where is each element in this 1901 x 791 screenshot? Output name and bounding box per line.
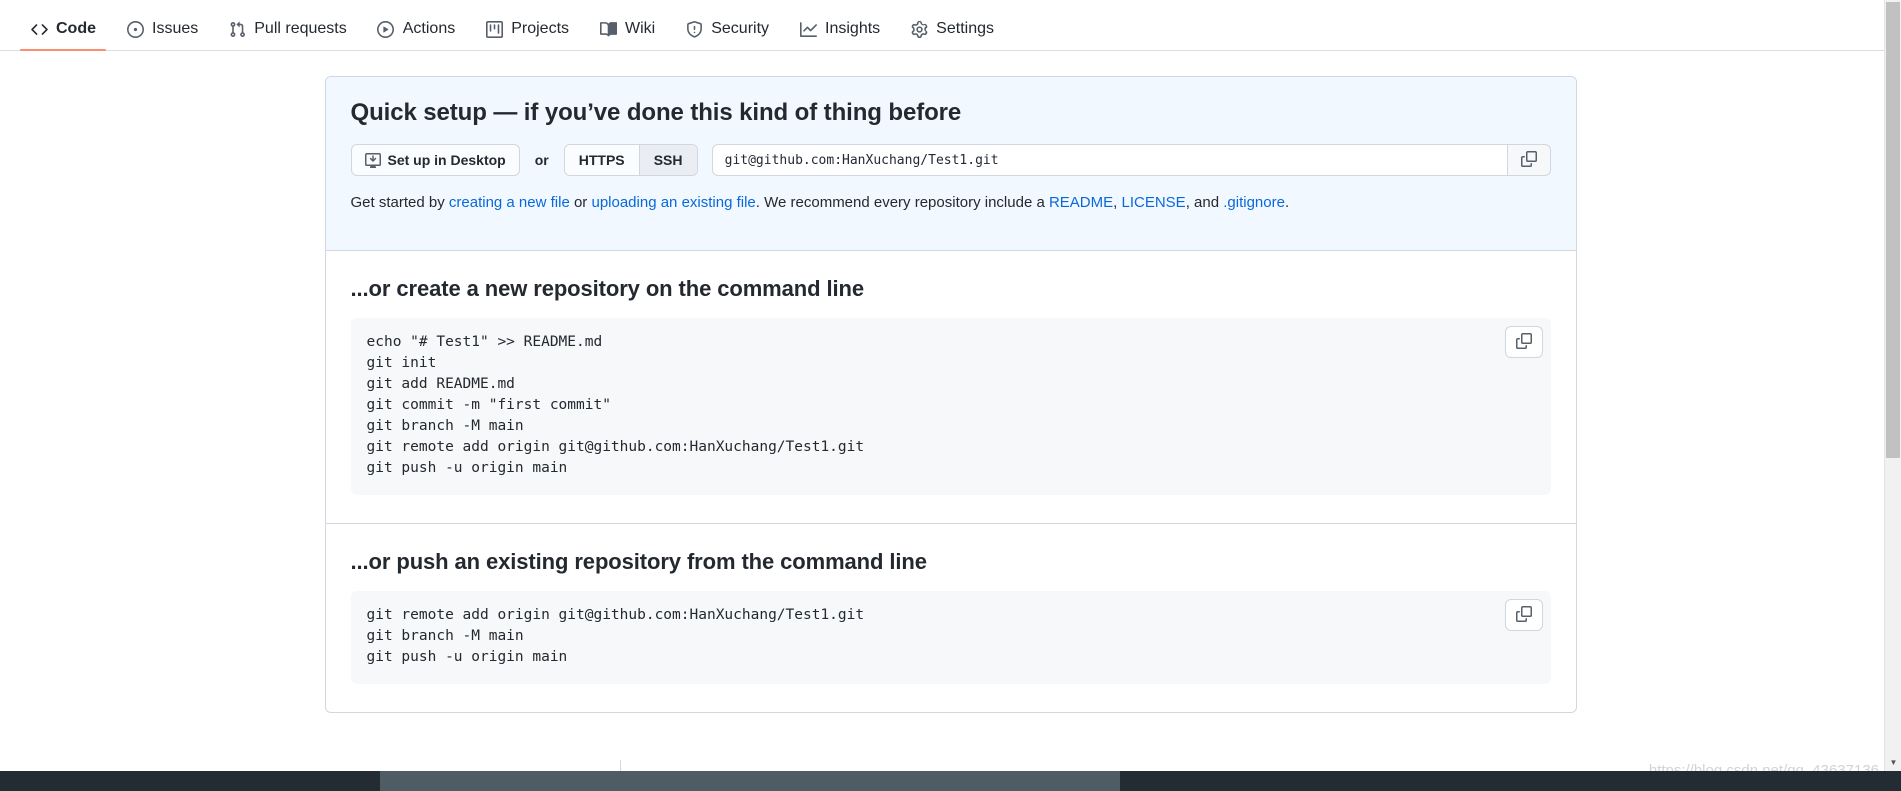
clone-url-input[interactable]	[711, 144, 1507, 176]
git-pull-request-icon	[228, 20, 246, 38]
protocol-https-button[interactable]: HTTPS	[564, 145, 639, 175]
horizontal-scrollbar[interactable]	[0, 771, 1901, 791]
nav-tab-security-label: Security	[711, 20, 770, 37]
nav-tab-issues[interactable]: Issues	[116, 20, 208, 50]
nav-tab-insights[interactable]: Insights	[789, 20, 890, 50]
setup-panel: Quick setup — if you’ve done this kind o…	[324, 76, 1577, 713]
create-repo-code-block: echo "# Test1" >> README.md git init git…	[350, 318, 1551, 495]
nav-tab-pull-requests-label: Pull requests	[254, 20, 347, 37]
link-uploading-an-existing-file[interactable]: uploading an existing file	[591, 194, 755, 211]
nav-tab-pull-requests[interactable]: Pull requests	[218, 20, 357, 50]
quick-setup-help-text: Get started by creating a new file or up…	[351, 192, 1551, 213]
or-label: or	[534, 152, 549, 168]
nav-tab-insights-label: Insights	[825, 20, 881, 37]
nav-tab-settings-label: Settings	[936, 20, 994, 37]
repo-nav: Code Issues Pull requests Actions Projec	[0, 0, 1901, 51]
link-creating-a-new-file[interactable]: creating a new file	[449, 194, 570, 211]
nav-tab-wiki-label: Wiki	[625, 20, 656, 37]
horizontal-scrollbar-thumb[interactable]	[380, 771, 1120, 791]
vertical-scrollbar[interactable]: ▼	[1884, 0, 1901, 771]
push-repo-title: ...or push an existing repository from t…	[350, 549, 927, 574]
push-repo-section: ...or push an existing repository from t…	[326, 524, 1576, 712]
nav-tab-wiki[interactable]: Wiki	[589, 20, 665, 50]
main-container: Quick setup — if you’ve done this kind o…	[324, 76, 1577, 713]
set-up-in-desktop-label: Set up in Desktop	[387, 152, 506, 168]
create-repo-title: ...or create a new repository on the com…	[350, 276, 865, 301]
create-repo-code: echo "# Test1" >> README.md git init git…	[366, 334, 865, 476]
graph-icon	[799, 20, 817, 38]
quick-setup-section: Quick setup — if you’ve done this kind o…	[325, 77, 1576, 251]
vertical-scrollbar-thumb[interactable]	[1886, 2, 1900, 458]
nav-tab-projects[interactable]: Projects	[475, 20, 579, 50]
push-repo-code-block: git remote add origin git@github.com:Han…	[350, 591, 1551, 684]
nav-tab-actions-label: Actions	[402, 20, 456, 37]
nav-tab-security[interactable]: Security	[675, 20, 779, 50]
nav-tab-code[interactable]: Code	[20, 20, 106, 51]
help-mid-or: or	[569, 194, 592, 211]
help-prefix: Get started by	[350, 194, 449, 211]
copy-create-repo-code-button[interactable]	[1504, 326, 1543, 358]
nav-tab-projects-label: Projects	[511, 20, 570, 37]
quick-setup-controls: Set up in Desktop or HTTPS SSH	[350, 144, 1551, 176]
shield-icon	[685, 20, 703, 38]
nav-tab-code-label: Code	[56, 20, 96, 37]
book-icon	[599, 20, 617, 38]
clipboard-copy-icon	[1520, 150, 1537, 170]
clipboard-copy-icon	[1515, 332, 1532, 352]
quick-setup-title: Quick setup — if you’ve done this kind o…	[350, 99, 962, 126]
issue-opened-icon	[126, 20, 144, 38]
browser-page: Code Issues Pull requests Actions Projec	[0, 0, 1901, 791]
copy-push-repo-code-button[interactable]	[1504, 599, 1543, 631]
clipboard-copy-icon	[1515, 605, 1532, 625]
protocol-ssh-button[interactable]: SSH	[638, 145, 697, 175]
link-license[interactable]: LICENSE	[1122, 194, 1186, 211]
nav-tab-settings[interactable]: Settings	[900, 20, 1004, 50]
help-sep-1: ,	[1113, 194, 1122, 211]
push-repo-code: git remote add origin git@github.com:Han…	[366, 607, 865, 665]
help-sep-2: , and	[1185, 194, 1224, 211]
create-repo-section: ...or create a new repository on the com…	[325, 251, 1576, 524]
code-icon	[30, 20, 48, 38]
nav-tab-actions[interactable]: Actions	[367, 20, 465, 50]
protocol-toggle: HTTPS SSH	[563, 144, 698, 176]
help-suffix: .	[1284, 194, 1290, 211]
project-board-icon	[485, 20, 503, 38]
link-gitignore[interactable]: .gitignore	[1223, 194, 1285, 211]
nav-tab-issues-label: Issues	[152, 20, 199, 37]
gear-icon	[910, 20, 928, 38]
scroll-down-arrow-icon[interactable]: ▼	[1885, 754, 1901, 771]
copy-clone-url-button[interactable]	[1506, 144, 1551, 176]
play-icon	[377, 20, 395, 38]
clone-url-group	[711, 144, 1551, 176]
set-up-in-desktop-button[interactable]: Set up in Desktop	[350, 144, 520, 176]
link-readme[interactable]: README	[1049, 194, 1113, 211]
help-mid-recommend: . We recommend every repository include …	[755, 194, 1049, 211]
desktop-download-icon	[364, 152, 381, 168]
